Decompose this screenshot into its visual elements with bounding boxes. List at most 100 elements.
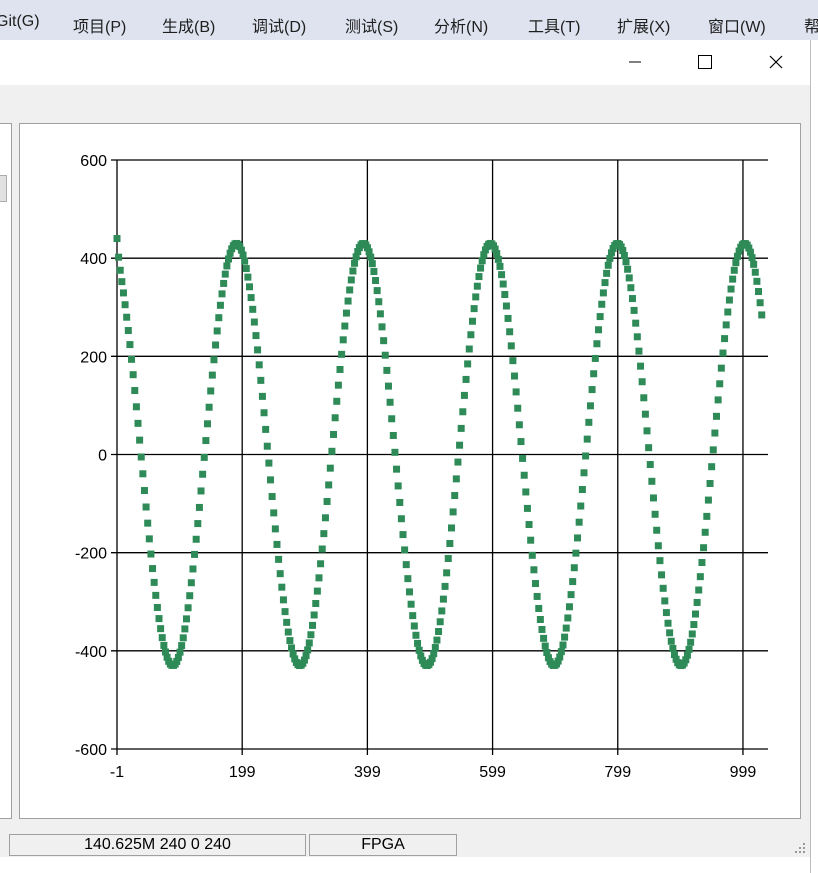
data-point <box>525 521 533 529</box>
data-point <box>732 259 740 267</box>
data-point <box>336 365 344 373</box>
data-point <box>210 356 218 364</box>
data-point <box>730 266 738 274</box>
data-point <box>582 452 590 460</box>
data-point <box>131 387 139 395</box>
data-point <box>727 285 735 293</box>
data-point <box>405 588 413 596</box>
data-point <box>667 637 675 645</box>
data-point <box>430 650 438 658</box>
chart-panel: 600 400 200 0 -200 -400 -600 -1 199 399 599 799 999 <box>19 123 801 819</box>
x-tick-label: 399 <box>354 764 381 781</box>
data-point <box>312 600 320 608</box>
data-point <box>704 496 712 504</box>
menu-window[interactable]: 窗口(W) <box>708 13 766 37</box>
data-point <box>646 461 654 469</box>
menu-build[interactable]: 生成(B) <box>162 13 215 37</box>
data-point <box>588 386 596 394</box>
data-point <box>140 487 148 495</box>
data-point <box>444 554 452 562</box>
data-point <box>711 429 719 437</box>
data-point <box>368 260 376 268</box>
data-point <box>199 470 207 478</box>
data-point <box>462 375 470 383</box>
data-point <box>456 441 464 449</box>
data-point <box>661 597 669 605</box>
menu-git[interactable]: Git(G) <box>0 13 40 31</box>
data-point <box>541 642 549 650</box>
data-point <box>134 419 142 427</box>
x-tick-label: 599 <box>479 764 506 781</box>
data-point <box>286 637 294 645</box>
data-point <box>496 262 504 270</box>
menu-analyze[interactable]: 分析(N) <box>434 13 488 37</box>
data-point <box>239 251 247 259</box>
data-point <box>572 549 580 557</box>
data-point <box>468 317 476 325</box>
data-point <box>575 518 583 526</box>
data-point <box>620 252 628 260</box>
data-point <box>690 621 698 629</box>
menu-project[interactable]: 项目(P) <box>73 13 126 37</box>
data-point <box>189 565 197 573</box>
data-point <box>247 294 255 302</box>
data-point <box>716 380 724 388</box>
data-point <box>216 301 224 309</box>
close-icon <box>769 55 783 69</box>
menu-tools[interactable]: 工具(T) <box>528 13 580 37</box>
data-point <box>276 570 284 578</box>
menu-debug[interactable]: 调试(D) <box>252 13 306 37</box>
data-point <box>624 265 632 273</box>
data-point <box>326 464 334 472</box>
menu-test[interactable]: 测试(S) <box>345 13 398 37</box>
data-point <box>507 342 515 350</box>
data-point <box>149 565 157 573</box>
data-point <box>267 476 275 484</box>
data-point <box>391 448 399 456</box>
maximize-button[interactable] <box>682 40 728 84</box>
data-point <box>147 550 155 558</box>
data-point <box>638 378 646 386</box>
data-point <box>176 648 184 656</box>
left-panel <box>0 123 12 819</box>
data-point <box>407 600 415 608</box>
data-point <box>383 366 391 374</box>
data-point <box>755 288 763 296</box>
data-point <box>656 557 664 565</box>
data-point <box>179 634 187 642</box>
menu-extensions[interactable]: 扩展(X) <box>617 13 670 37</box>
data-point <box>750 260 758 268</box>
data-point <box>414 639 422 647</box>
resize-grip-icon[interactable] <box>794 842 806 854</box>
minimize-icon <box>629 61 641 63</box>
data-point <box>334 381 342 389</box>
data-point <box>160 641 168 649</box>
data-point <box>351 259 359 267</box>
data-point <box>203 420 211 428</box>
y-tick-label: 0 <box>98 448 107 465</box>
left-panel-button[interactable] <box>0 175 7 202</box>
data-point <box>145 535 153 543</box>
data-point <box>255 361 263 369</box>
data-point <box>569 578 577 586</box>
y-tick-label: 400 <box>80 251 107 268</box>
data-point <box>447 524 455 532</box>
data-point <box>339 336 347 344</box>
data-point <box>570 564 578 572</box>
data-point <box>590 370 598 378</box>
data-point <box>441 582 449 590</box>
data-point <box>410 622 418 630</box>
data-point <box>465 345 473 353</box>
data-point <box>436 618 444 626</box>
close-button[interactable] <box>753 40 799 84</box>
data-point <box>473 282 481 290</box>
data-point <box>439 595 447 603</box>
minimize-button[interactable] <box>612 40 658 84</box>
data-point <box>213 327 221 335</box>
menu-help[interactable]: 帮 <box>804 13 818 37</box>
data-point <box>258 392 266 400</box>
data-point <box>347 276 355 284</box>
data-point <box>388 415 396 423</box>
data-point <box>748 254 756 262</box>
data-point <box>220 279 228 287</box>
